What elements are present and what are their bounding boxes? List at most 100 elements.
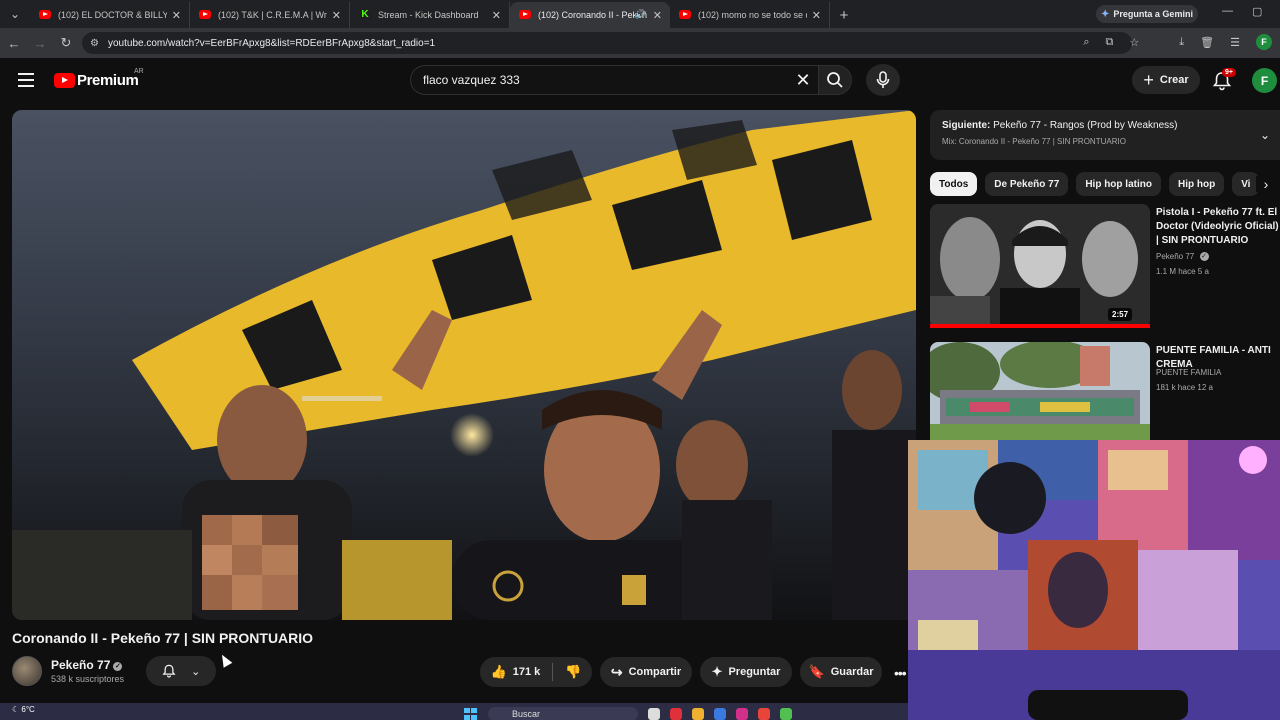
notification-badge: 9+ xyxy=(1222,68,1236,77)
country-code: AR xyxy=(134,68,144,75)
logo-text: Premium xyxy=(77,72,139,89)
close-tab-icon[interactable]: ✕ xyxy=(492,9,501,22)
chip-todos[interactable]: Todos xyxy=(930,172,978,196)
gemini-button[interactable]: ✦ Pregunta a Gemini xyxy=(1096,5,1198,23)
search-button[interactable] xyxy=(818,65,852,95)
maximize-icon[interactable]: ▢ xyxy=(1252,5,1262,18)
bookmark-icon: 🔖 xyxy=(808,664,825,679)
save-label: Guardar xyxy=(830,666,874,678)
chip-de-pekeno[interactable]: De Pekeño 77 xyxy=(985,172,1069,196)
search-query: flaco vazquez 333 xyxy=(423,73,520,87)
youtube-header: Premium AR flaco vazquez 333 ✕ + Crear 9… xyxy=(0,58,1280,104)
tab-search-icon[interactable]: ⌄ xyxy=(0,0,30,28)
microphone-icon xyxy=(876,71,890,88)
chevron-down-icon: ⌄ xyxy=(191,665,201,678)
tab-title: (102) Coronando II - Pekeñ xyxy=(538,10,648,20)
browser-tab[interactable]: (102) momo no se todo se de a ✕ xyxy=(670,2,830,28)
minimize-icon[interactable]: — xyxy=(1222,5,1233,17)
recommendation-item[interactable]: 2:57 Pistola I - Pekeño 77 ft. El Doctor… xyxy=(930,204,1280,328)
app-icon[interactable] xyxy=(670,708,682,720)
recommendation-channel: PUENTE FAMILIA xyxy=(1156,368,1222,377)
zoom-icon[interactable]: ⌕ xyxy=(1083,36,1089,49)
weather-widget[interactable]: ☾ 6°C xyxy=(12,705,35,714)
terminal-icon[interactable] xyxy=(648,708,660,720)
close-tab-icon[interactable]: ✕ xyxy=(332,9,341,22)
create-label: Crear xyxy=(1159,74,1189,86)
sparkle-icon: ✦ xyxy=(711,664,723,679)
cast-icon[interactable]: ⧉ xyxy=(1106,36,1114,49)
profile-avatar[interactable]: F xyxy=(1256,34,1272,50)
channel-name[interactable]: Pekeño 77 ✓ xyxy=(51,658,123,672)
browser-toolbar: ← → ↻ ⚙ youtube.com/watch?v=EerBFrApxg8&… xyxy=(0,28,1280,58)
more-actions-icon[interactable]: ••• xyxy=(894,665,907,681)
ask-label: Preguntar xyxy=(728,666,781,678)
folder-icon[interactable] xyxy=(692,708,704,720)
search-input[interactable]: flaco vazquez 333 ✕ xyxy=(410,65,818,95)
windows-start-icon[interactable] xyxy=(464,708,478,720)
subscription-notifications-button[interactable]: ⌄ xyxy=(146,656,216,686)
subscriber-count: 538 k suscriptores xyxy=(51,674,125,684)
youtube-play-icon xyxy=(54,73,75,88)
account-avatar[interactable]: F xyxy=(1252,68,1277,93)
webcam-image xyxy=(908,440,1280,720)
save-button[interactable]: 🔖 Guardar xyxy=(800,657,882,687)
clear-search-icon[interactable]: ✕ xyxy=(788,70,818,91)
youtube-premium-logo[interactable]: Premium AR xyxy=(54,68,144,89)
reload-icon[interactable]: ↻ xyxy=(54,35,78,51)
bookmark-star-icon[interactable]: ☆ xyxy=(1129,36,1139,49)
close-tab-icon[interactable]: ✕ xyxy=(812,9,821,22)
back-icon[interactable]: ← xyxy=(2,36,26,51)
browser-tab[interactable]: (102) T&K | C.R.E.M.A | Writing ✕ xyxy=(190,2,350,28)
up-next-label: Siguiente: xyxy=(942,120,991,131)
share-icon: ↪ xyxy=(610,663,623,680)
download-icon[interactable]: ⤓ xyxy=(1179,36,1184,49)
media-control-icon[interactable]: ☰ xyxy=(1230,36,1240,49)
app-icon[interactable] xyxy=(714,708,726,720)
chip-hip-hop[interactable]: Hip hop xyxy=(1168,172,1225,196)
bell-icon xyxy=(162,664,176,678)
recommendation-title[interactable]: Pistola I - Pekeño 77 ft. El Doctor (Vid… xyxy=(1156,206,1280,248)
video-title: Coronando II - Pekeño 77 | SIN PRONTUARI… xyxy=(12,630,314,646)
youtube-icon xyxy=(679,10,691,19)
thumbs-down-icon[interactable]: 👎 xyxy=(565,664,581,680)
menu-icon[interactable] xyxy=(18,73,34,87)
voice-search-button[interactable] xyxy=(866,64,900,96)
instagram-icon[interactable] xyxy=(736,708,748,720)
like-count[interactable]: 171 k xyxy=(513,666,541,678)
duration-badge: 2:57 xyxy=(1108,308,1133,321)
browser-tab[interactable]: K Stream - Kick Dashboard ✕ xyxy=(350,2,510,28)
search-icon xyxy=(827,72,843,88)
share-button[interactable]: ↪ Compartir xyxy=(600,657,692,687)
taskbar-search-input[interactable]: Buscar xyxy=(488,707,638,720)
up-next-line: Siguiente: Pekeño 77 - Rangos (Prod by W… xyxy=(942,120,1268,131)
create-button[interactable]: + Crear xyxy=(1132,66,1200,94)
address-bar[interactable]: ⚙ youtube.com/watch?v=EerBFrApxg8&list=R… xyxy=(82,32,1132,54)
close-tab-icon[interactable]: ✕ xyxy=(653,9,662,22)
up-next-panel[interactable]: Siguiente: Pekeño 77 - Rangos (Prod by W… xyxy=(930,110,1280,160)
chrome-icon[interactable] xyxy=(758,708,770,720)
speaker-icon[interactable]: 🔊 xyxy=(635,9,646,20)
share-label: Compartir xyxy=(628,666,682,678)
thumbs-up-icon[interactable]: 👍 xyxy=(491,664,507,680)
browser-tab[interactable]: (102) EL DOCTOR & BILLY - GA ✕ xyxy=(30,2,190,28)
browser-tab-active[interactable]: (102) Coronando II - Pekeñ 🔊 ✕ xyxy=(510,2,670,28)
chevron-down-icon[interactable]: ⌄ xyxy=(1260,128,1270,142)
channel-avatar[interactable] xyxy=(12,656,42,686)
chevron-right-icon[interactable]: › xyxy=(1256,176,1276,192)
close-tab-icon[interactable]: ✕ xyxy=(172,9,181,22)
toolbar-right: ⌕ ⧉ ☆ ⤓ 🗑 ☰ F xyxy=(1083,34,1272,50)
tab-title: (102) EL DOCTOR & BILLY - GA xyxy=(58,10,167,20)
up-next-title: Pekeño 77 - Rangos (Prod by Weakness) xyxy=(993,120,1178,131)
new-tab-button[interactable]: + xyxy=(830,2,858,28)
forward-icon[interactable]: → xyxy=(28,36,52,51)
trash-icon[interactable]: 🗑 xyxy=(1200,36,1214,49)
site-info-icon[interactable]: ⚙ xyxy=(90,38,108,49)
temperature: 6°C xyxy=(21,705,35,714)
verified-icon: ✓ xyxy=(1199,252,1209,261)
chip-hip-hop-latino[interactable]: Hip hop latino xyxy=(1076,172,1161,196)
recommendation-meta: 1.1 M hace 5 a xyxy=(1156,267,1209,276)
app-icon[interactable] xyxy=(780,708,792,720)
ask-button[interactable]: ✦ Preguntar xyxy=(700,657,792,687)
youtube-icon xyxy=(39,10,51,19)
video-player[interactable] xyxy=(12,110,916,620)
